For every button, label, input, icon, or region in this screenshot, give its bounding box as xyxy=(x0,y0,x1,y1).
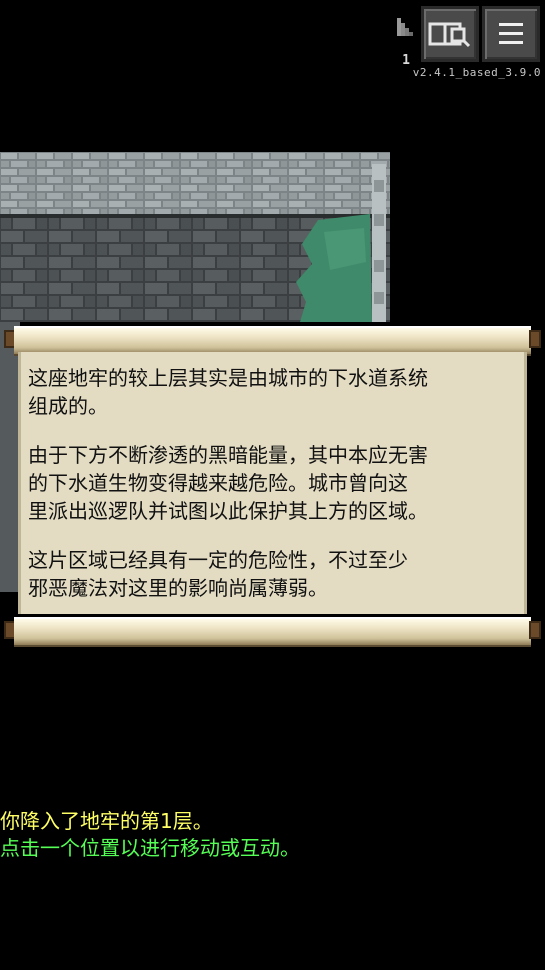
dungeon-wall-left xyxy=(0,322,20,592)
version-label: v2.4.1_based_3.9.0 xyxy=(412,66,541,79)
story-paragraph: 这片区域已经具有一定的危险性，不过至少 邪恶魔法对这里的影响尚属薄弱。 xyxy=(28,548,408,600)
log-line: 点击一个位置以进行移动或互动。 xyxy=(0,836,300,860)
game-log: 你降入了地牢的第1层。 点击一个位置以进行移动或互动。 xyxy=(0,808,300,862)
story-paragraph: 这座地牢的较上层其实是由城市的下水道系统 组成的。 xyxy=(28,366,428,418)
wall-tiles xyxy=(0,152,390,322)
depth-indicator: 1 xyxy=(394,16,418,67)
journal-button[interactable] xyxy=(421,6,479,62)
journal-search-icon xyxy=(428,22,471,48)
menu-button[interactable] xyxy=(482,6,540,62)
stairs-icon xyxy=(397,18,413,36)
dungeon-wall[interactable] xyxy=(0,152,390,322)
story-text: 这座地牢的较上层其实是由城市的下水道系统 组成的。 由于下方不断渗透的黑暗能量，… xyxy=(28,364,520,623)
log-line: 你降入了地牢的第1层。 xyxy=(0,809,213,833)
menu-icon xyxy=(499,23,523,44)
scroll-top-rod xyxy=(4,322,541,356)
story-paragraph: 由于下方不断渗透的黑暗能量，其中本应无害 的下水道生物变得越来越危险。城市曾向这… xyxy=(28,443,428,523)
